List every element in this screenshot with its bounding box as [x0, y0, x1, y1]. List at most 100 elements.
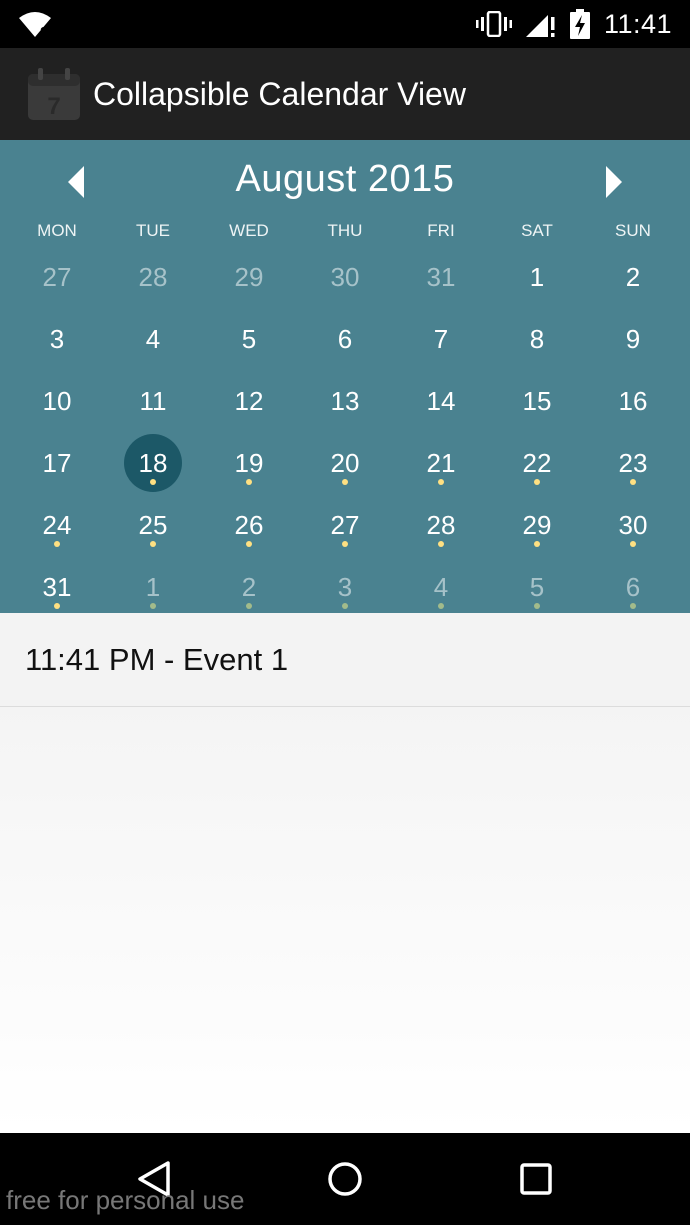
day-number: 19	[234, 447, 264, 478]
day-number: 5	[529, 571, 545, 602]
day-cell[interactable]: 27	[297, 494, 393, 556]
event-dot-icon	[534, 541, 540, 547]
day-cell[interactable]: 3	[297, 556, 393, 618]
chevron-right-icon[interactable]	[598, 162, 626, 202]
status-icons: 11:41	[475, 0, 672, 48]
day-number: 10	[42, 385, 72, 416]
event-dot-icon	[342, 541, 348, 547]
calendar-app-icon: 7	[28, 68, 80, 120]
day-cell[interactable]: 30	[585, 494, 681, 556]
event-dot-icon	[630, 479, 636, 485]
watermark-text: free for personal use	[6, 1185, 245, 1215]
day-cell[interactable]: 21	[393, 432, 489, 494]
event-dot-icon	[150, 541, 156, 547]
day-cell[interactable]: 3	[9, 308, 105, 370]
day-cell[interactable]: 2	[201, 556, 297, 618]
day-cell-selected[interactable]: 18	[105, 432, 201, 494]
day-cell[interactable]: 27	[9, 246, 105, 308]
status-time: 11:41	[603, 8, 672, 39]
app-title: Collapsible Calendar View	[93, 75, 466, 112]
day-cell[interactable]: 4	[105, 308, 201, 370]
day-number: 13	[330, 385, 360, 416]
day-number: 28	[426, 509, 456, 540]
event-dot-icon	[438, 603, 444, 609]
day-cell[interactable]: 17	[9, 432, 105, 494]
day-number: 8	[529, 323, 545, 354]
event-item[interactable]: 11:41 PM - Event 1	[0, 613, 690, 707]
day-number: 30	[330, 261, 360, 292]
day-number: 14	[426, 385, 456, 416]
day-cell[interactable]: 26	[201, 494, 297, 556]
day-number: 15	[522, 385, 552, 416]
day-number: 18	[138, 447, 168, 478]
day-number: 3	[49, 323, 65, 354]
calendar-icon-number: 7	[47, 93, 60, 120]
day-number: 30	[618, 509, 648, 540]
day-cell[interactable]: 24	[9, 494, 105, 556]
day-cell[interactable]: 9	[585, 308, 681, 370]
day-cell[interactable]: 4	[393, 556, 489, 618]
event-dot-icon	[630, 541, 636, 547]
wifi-unknown-icon: ?	[19, 12, 51, 38]
day-cell[interactable]: 10	[9, 370, 105, 432]
day-cell[interactable]: 19	[201, 432, 297, 494]
day-cell[interactable]: 12	[201, 370, 297, 432]
recent-apps-icon[interactable]	[516, 1159, 556, 1199]
home-icon[interactable]	[325, 1159, 365, 1199]
day-cell[interactable]: 15	[489, 370, 585, 432]
status-bar: ? 11:41	[0, 0, 690, 48]
day-number: 1	[529, 261, 545, 292]
event-dot-icon	[534, 479, 540, 485]
day-cell[interactable]: 31	[9, 556, 105, 618]
event-dot-icon	[438, 541, 444, 547]
day-number: 29	[234, 261, 264, 292]
day-number: 12	[234, 385, 264, 416]
day-number: 6	[337, 323, 353, 354]
day-cell[interactable]: 14	[393, 370, 489, 432]
action-bar: 7 Collapsible Calendar View	[0, 48, 690, 140]
day-cell[interactable]: 6	[585, 556, 681, 618]
day-cell[interactable]: 22	[489, 432, 585, 494]
event-dot-icon	[246, 479, 252, 485]
day-cell[interactable]: 25	[105, 494, 201, 556]
day-cell[interactable]: 20	[297, 432, 393, 494]
day-number: 21	[426, 447, 456, 478]
day-number: 27	[42, 261, 72, 292]
day-number: 9	[625, 323, 641, 354]
day-cell[interactable]: 28	[393, 494, 489, 556]
day-cell[interactable]: 29	[489, 494, 585, 556]
day-cell[interactable]: 23	[585, 432, 681, 494]
day-cell[interactable]: 29	[201, 246, 297, 308]
calendar-view: August 2015 MON TUE WED THU FRI SAT SUN 27 28 29…	[0, 140, 690, 613]
day-cell[interactable]: 28	[105, 246, 201, 308]
event-dot-icon	[150, 603, 156, 609]
day-cell[interactable]: 8	[489, 308, 585, 370]
day-cell[interactable]: 1	[489, 246, 585, 308]
day-number: 16	[618, 385, 648, 416]
day-number: 11	[139, 385, 167, 416]
month-title: August 2015	[235, 158, 455, 200]
day-cell[interactable]: 11	[105, 370, 201, 432]
day-number: 20	[330, 447, 360, 478]
day-number: 4	[145, 323, 161, 354]
event-dot-icon	[54, 541, 60, 547]
event-dot-icon	[534, 603, 540, 609]
day-cell[interactable]: 5	[489, 556, 585, 618]
day-number: 27	[330, 509, 360, 540]
day-cell[interactable]: 2	[585, 246, 681, 308]
day-cell[interactable]: 7	[393, 308, 489, 370]
day-number: 22	[522, 447, 552, 478]
day-cell[interactable]: 5	[201, 308, 297, 370]
event-dot-icon	[246, 603, 252, 609]
day-grid: 27 28 29 30 31 1 2 3 4 5 6 7 8 9 10 11 12 13 14 15 16 17 18 19 2…	[0, 246, 690, 618]
day-cell[interactable]: 6	[297, 308, 393, 370]
event-dot-icon	[438, 479, 444, 485]
calendar-header: August 2015	[0, 140, 690, 220]
day-cell[interactable]: 31	[393, 246, 489, 308]
day-cell[interactable]: 1	[105, 556, 201, 618]
day-number: 5	[241, 323, 257, 354]
day-cell[interactable]: 16	[585, 370, 681, 432]
day-cell[interactable]: 30	[297, 246, 393, 308]
day-cell[interactable]: 13	[297, 370, 393, 432]
day-number: 6	[625, 571, 641, 602]
